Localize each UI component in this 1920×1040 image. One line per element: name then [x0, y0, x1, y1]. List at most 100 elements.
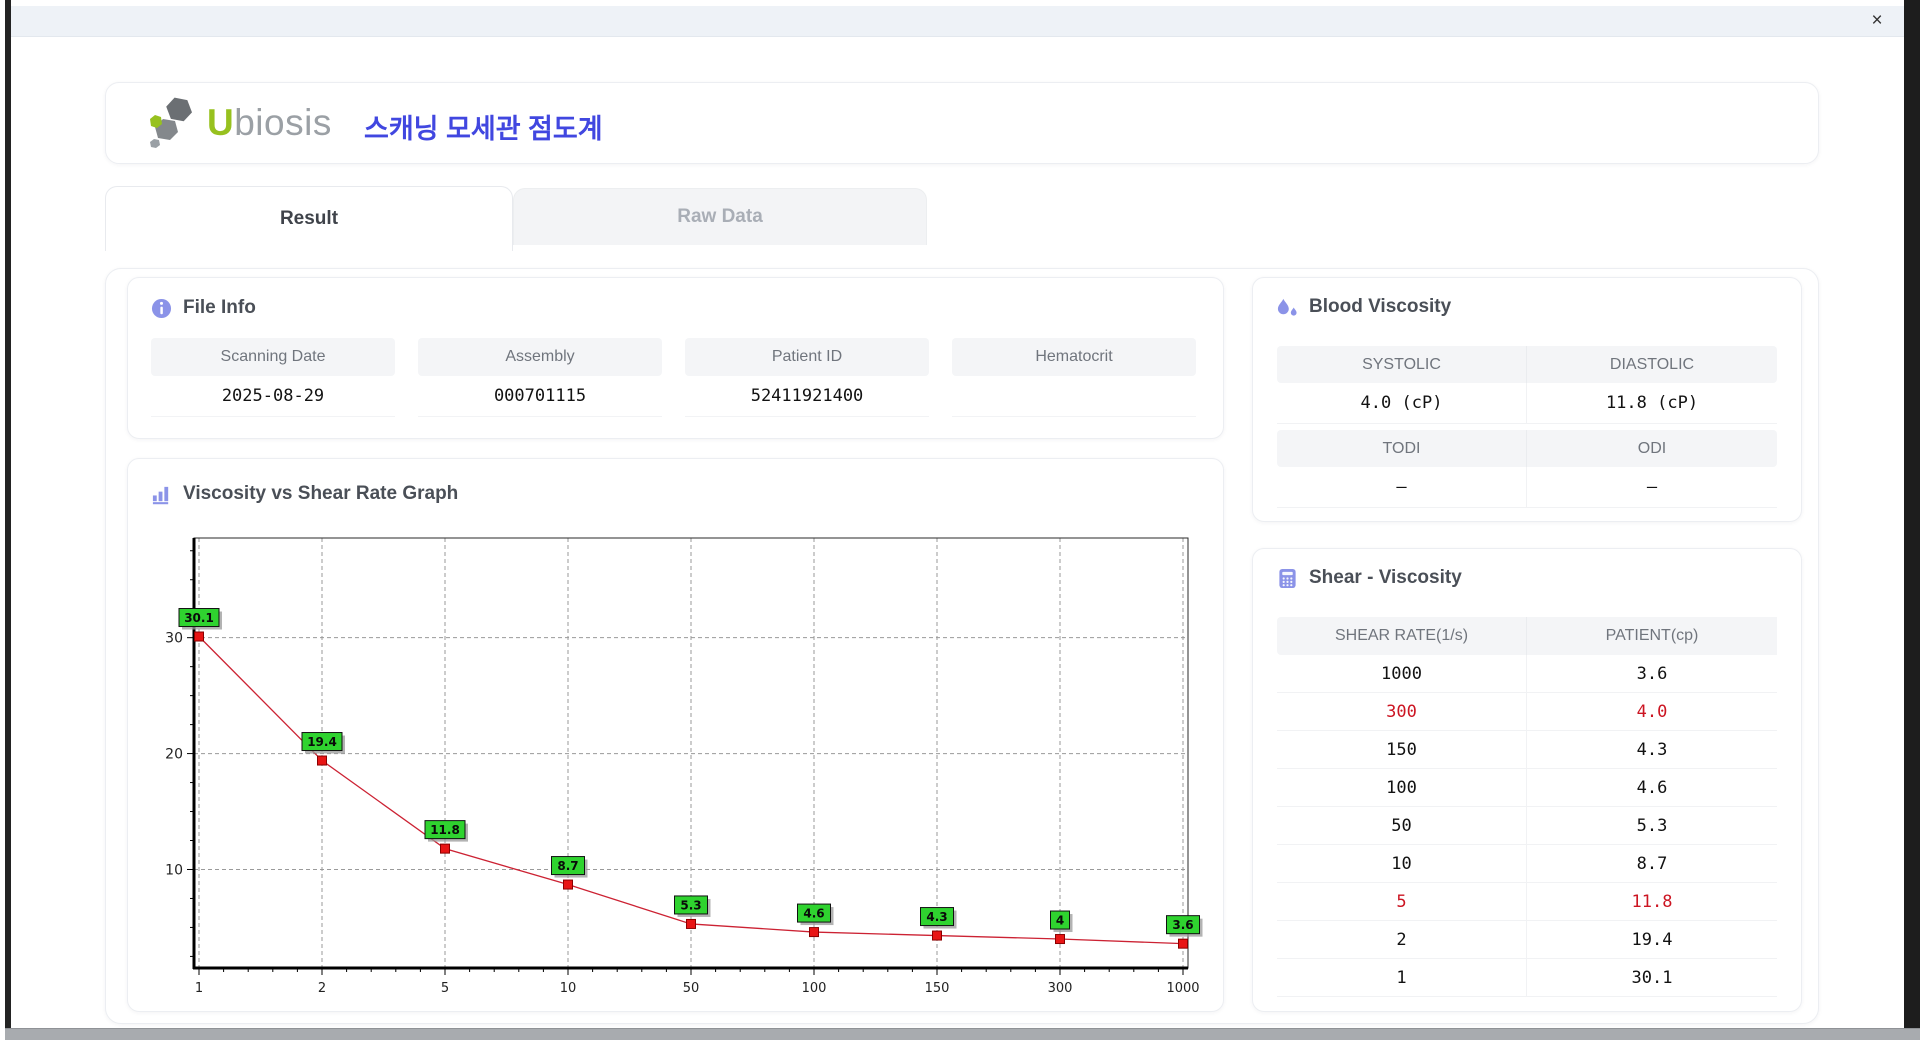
bv-value-cell: –	[1277, 467, 1527, 508]
file-info-title-row: File Info	[151, 297, 256, 319]
file-info-card: File Info Scanning Date 2025-08-29 Assembl…	[127, 277, 1224, 439]
close-icon: ×	[1871, 10, 1883, 31]
shear-viscosity-card: Shear - Viscosity SHEAR RATE(1/s) PATIENT…	[1252, 548, 1802, 1012]
field-value: 2025-08-29	[151, 376, 395, 417]
data-label-text: 4.3	[926, 910, 947, 924]
bv-header-row: SYSTOLIC DIASTOLIC	[1277, 346, 1777, 383]
info-icon	[151, 298, 172, 318]
table-row: 300 4.0	[1277, 693, 1777, 731]
bv-value-cell: 11.8 (cP)	[1527, 383, 1777, 424]
logo-letter-u: U	[207, 102, 235, 143]
patient-viscosity-cell: 4.0	[1527, 693, 1777, 731]
shear-viscosity-title-row: Shear - Viscosity	[1277, 567, 1462, 589]
field-label: Scanning Date	[151, 338, 395, 376]
bv-table: SYSTOLIC DIASTOLIC 4.0 (cP) 11.8 (cP)	[1277, 346, 1777, 424]
bv-header-row: TODI ODI	[1277, 430, 1777, 467]
data-label-text: 30.1	[184, 611, 214, 625]
shear-rate-cell: 2	[1277, 921, 1527, 959]
table-row: 50 5.3	[1277, 807, 1777, 845]
bv-value-cell: 4.0 (cP)	[1277, 383, 1527, 424]
shear-rate-cell: 1	[1277, 959, 1527, 997]
header-card: Ubiosis 스캐닝 모세관 점도계	[105, 82, 1819, 164]
bv-header-cell: TODI	[1277, 430, 1527, 467]
shear-column-header: PATIENT(cp)	[1527, 617, 1777, 655]
field-value: 52411921400	[685, 376, 929, 417]
close-button[interactable]: ×	[1864, 8, 1890, 34]
data-point-marker	[809, 927, 819, 938]
shear-rate-cell: 10	[1277, 845, 1527, 883]
y-axis-tick-label: 20	[165, 747, 183, 763]
tab-raw-data[interactable]: Raw Data	[513, 188, 927, 245]
field-label: Patient ID	[685, 338, 929, 376]
data-point-marker	[932, 930, 942, 941]
file-field: Scanning Date 2025-08-29	[151, 338, 395, 417]
logo-letters-rest: biosis	[234, 102, 332, 143]
data-point-marker	[563, 879, 573, 890]
shear-column-header: SHEAR RATE(1/s)	[1277, 617, 1527, 655]
table-row: 10 8.7	[1277, 845, 1777, 883]
bv-value-row: 4.0 (cP) 11.8 (cP)	[1277, 383, 1777, 424]
table-row: 150 4.3	[1277, 731, 1777, 769]
file-field: Assembly 000701115	[418, 338, 662, 417]
data-label-text: 4.6	[803, 907, 824, 921]
bv-header-cell: SYSTOLIC	[1277, 346, 1527, 383]
window-titlebar: ×	[11, 6, 1904, 37]
x-axis-tick-label: 50	[683, 981, 700, 996]
table-row: 2 19.4	[1277, 921, 1777, 959]
bv-header-cell: DIASTOLIC	[1527, 346, 1777, 383]
file-info-fields: Scanning Date 2025-08-29 Assembly 000701115…	[151, 338, 1196, 417]
data-point-marker	[317, 755, 327, 766]
shear-rate-cell: 150	[1277, 731, 1527, 769]
patient-viscosity-cell: 11.8	[1527, 883, 1777, 921]
shear-rate-cell: 5	[1277, 883, 1527, 921]
data-label-text: 19.4	[307, 735, 337, 749]
window-left-edge	[5, 0, 11, 1040]
graph-title: Viscosity vs Shear Rate Graph	[183, 483, 459, 504]
x-axis-tick-label: 150	[925, 981, 950, 996]
data-label-text: 11.8	[430, 823, 460, 837]
x-axis-tick-label: 1000	[1166, 981, 1199, 996]
field-label: Hematocrit	[952, 338, 1196, 376]
table-row: 5 11.8	[1277, 883, 1777, 921]
shear-rate-cell: 100	[1277, 769, 1527, 807]
x-axis-tick-label: 1	[195, 981, 203, 996]
graph-card: Viscosity vs Shear Rate Graph 10 20 30 1 2 5 1…	[127, 458, 1224, 1012]
data-point-marker	[1178, 938, 1188, 949]
x-axis-tick-label: 300	[1048, 981, 1073, 996]
logo-wordmark: Ubiosis	[207, 102, 332, 144]
bv-header-cell: ODI	[1527, 430, 1777, 467]
graph-title-row: Viscosity vs Shear Rate Graph	[151, 483, 458, 505]
bv-value-cell: –	[1527, 467, 1777, 508]
window-right-edge	[1904, 0, 1920, 1040]
blood-viscosity-card: Blood Viscosity SYSTOLIC DIASTOLIC 4.0 (cP…	[1252, 277, 1802, 522]
calculator-icon	[1279, 568, 1296, 588]
bv-table: TODI ODI – –	[1277, 430, 1777, 508]
patient-viscosity-cell: 30.1	[1527, 959, 1777, 997]
shear-rate-cell: 300	[1277, 693, 1527, 731]
patient-viscosity-cell: 5.3	[1527, 807, 1777, 845]
bar-chart-icon	[152, 486, 169, 504]
bv-value-row: – –	[1277, 467, 1777, 508]
data-label-text: 5.3	[680, 898, 701, 912]
data-point-marker	[1055, 934, 1065, 945]
x-axis-tick-label: 10	[560, 981, 577, 996]
field-label: Assembly	[418, 338, 662, 376]
x-axis-tick-label: 5	[441, 981, 449, 996]
patient-viscosity-cell: 4.3	[1527, 731, 1777, 769]
droplet-icon	[1277, 298, 1297, 316]
table-row: 100 4.6	[1277, 769, 1777, 807]
x-axis-tick-label: 2	[318, 981, 326, 996]
data-point-marker	[440, 843, 450, 854]
data-point-marker	[686, 918, 696, 929]
shear-rate-cell: 1000	[1277, 655, 1527, 693]
data-label-text: 8.7	[557, 859, 578, 873]
data-label-text: 3.6	[1172, 918, 1193, 932]
shear-header-row: SHEAR RATE(1/s) PATIENT(cp)	[1277, 617, 1777, 655]
shear-viscosity-title: Shear - Viscosity	[1309, 567, 1462, 588]
file-field: Hematocrit	[952, 338, 1196, 417]
shear-rate-cell: 50	[1277, 807, 1527, 845]
file-info-title: File Info	[183, 297, 256, 318]
tab-result[interactable]: Result	[105, 186, 513, 251]
x-axis-tick-label: 100	[802, 981, 827, 996]
patient-viscosity-cell: 8.7	[1527, 845, 1777, 883]
